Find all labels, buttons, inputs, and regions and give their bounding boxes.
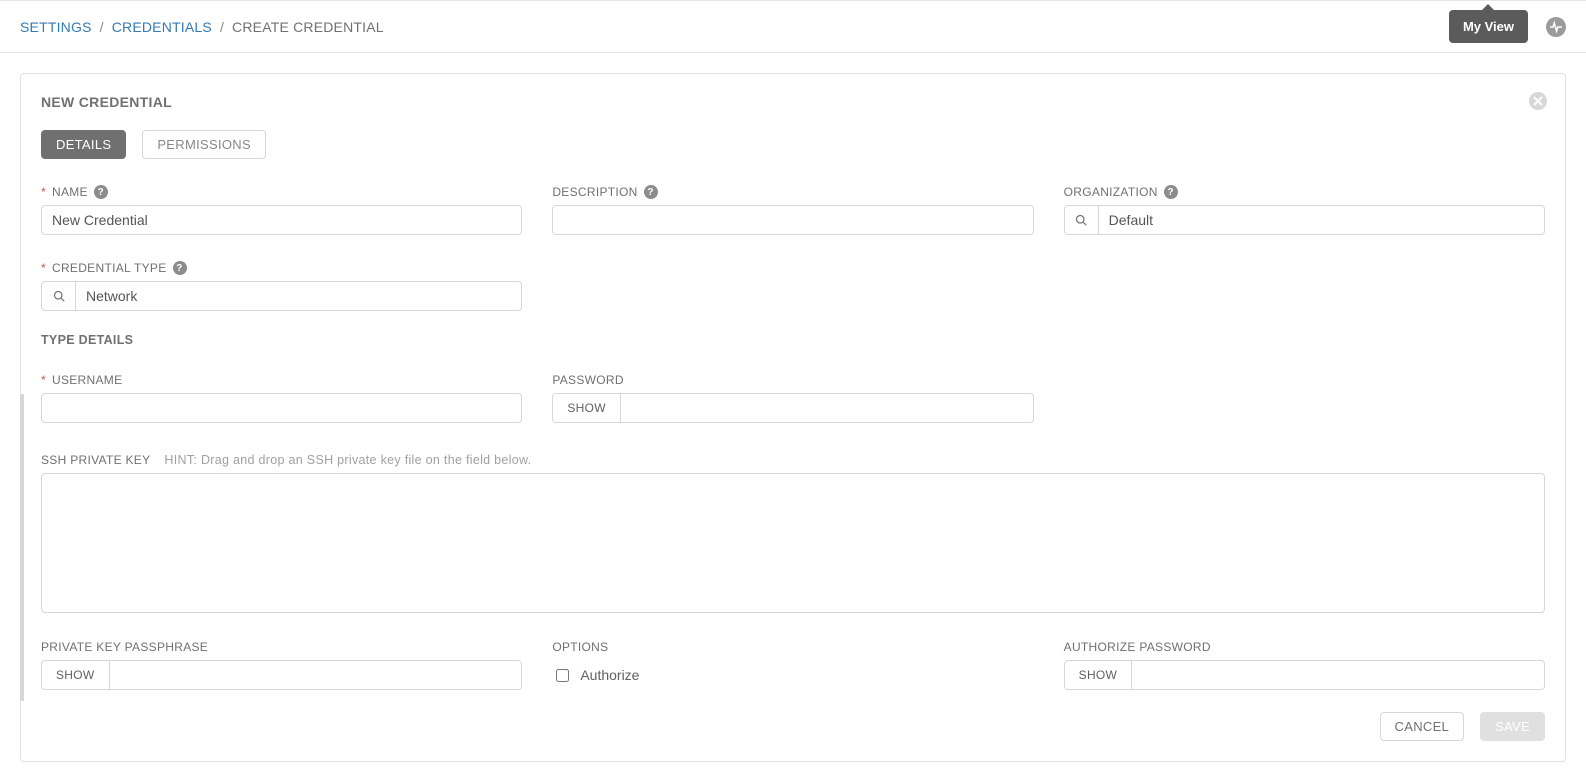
tabs: DETAILS PERMISSIONS (41, 130, 1545, 159)
breadcrumb-current: CREATE CREDENTIAL (232, 19, 384, 35)
breadcrumb-credentials[interactable]: CREDENTIALS (112, 19, 212, 35)
description-label: DESCRIPTION (552, 185, 637, 199)
credential-type-input[interactable] (76, 282, 521, 310)
ssh-key-hint: HINT: Drag and drop an SSH private key f… (164, 453, 531, 467)
topbar: SETTINGS / CREDENTIALS / CREATE CREDENTI… (0, 13, 1586, 53)
help-icon[interactable]: ? (94, 185, 108, 199)
tab-details[interactable]: DETAILS (41, 130, 126, 159)
password-label: PASSWORD (552, 373, 624, 387)
close-icon[interactable] (1529, 92, 1547, 110)
passphrase-label: PRIVATE KEY PASSPHRASE (41, 640, 208, 654)
authorize-checkbox[interactable] (556, 669, 569, 682)
help-icon[interactable]: ? (173, 261, 187, 275)
help-icon[interactable]: ? (1164, 185, 1178, 199)
show-button[interactable]: SHOW (553, 394, 621, 422)
credential-type-lookup (41, 281, 522, 311)
credential-type-label: CREDENTIAL TYPE (52, 261, 167, 275)
name-input[interactable] (41, 205, 522, 235)
authorize-password-label: AUTHORIZE PASSWORD (1064, 640, 1211, 654)
required-marker: * (41, 373, 46, 387)
show-button[interactable]: SHOW (42, 661, 110, 689)
panel-accent (20, 394, 24, 701)
breadcrumb: SETTINGS / CREDENTIALS / CREATE CREDENTI… (20, 19, 384, 35)
cancel-button[interactable]: CANCEL (1380, 712, 1465, 741)
help-icon[interactable]: ? (644, 185, 658, 199)
search-icon[interactable] (42, 282, 76, 310)
options-label: OPTIONS (552, 640, 608, 654)
organization-lookup (1064, 205, 1545, 235)
required-marker: * (41, 185, 46, 199)
ssh-key-label: SSH PRIVATE KEY (41, 453, 150, 467)
password-input[interactable] (621, 394, 1033, 422)
organization-input[interactable] (1099, 206, 1544, 234)
username-input[interactable] (41, 393, 522, 423)
description-input[interactable] (552, 205, 1033, 235)
panel-title: NEW CREDENTIAL (41, 94, 1545, 110)
breadcrumb-separator: / (216, 19, 228, 35)
authorize-label: Authorize (580, 667, 639, 683)
new-credential-panel: NEW CREDENTIAL DETAILS PERMISSIONS * NAM… (20, 73, 1566, 762)
activity-stream-icon[interactable] (1546, 17, 1566, 37)
required-marker: * (41, 261, 46, 275)
ssh-key-textarea[interactable] (41, 473, 1545, 613)
breadcrumb-settings[interactable]: SETTINGS (20, 19, 92, 35)
password-field: SHOW (552, 393, 1033, 423)
search-icon[interactable] (1065, 206, 1099, 234)
passphrase-field: SHOW (41, 660, 522, 690)
save-button[interactable]: SAVE (1480, 712, 1545, 741)
my-view-tooltip[interactable]: My View (1449, 10, 1528, 43)
passphrase-input[interactable] (110, 661, 522, 689)
name-label: NAME (52, 185, 88, 199)
breadcrumb-separator: / (96, 19, 108, 35)
organization-label: ORGANIZATION (1064, 185, 1158, 199)
type-details-header: TYPE DETAILS (41, 333, 1545, 347)
show-button[interactable]: SHOW (1065, 661, 1133, 689)
tab-permissions[interactable]: PERMISSIONS (142, 130, 266, 159)
authorize-password-input[interactable] (1132, 661, 1544, 689)
authorize-password-field: SHOW (1064, 660, 1545, 690)
username-label: USERNAME (52, 373, 122, 387)
